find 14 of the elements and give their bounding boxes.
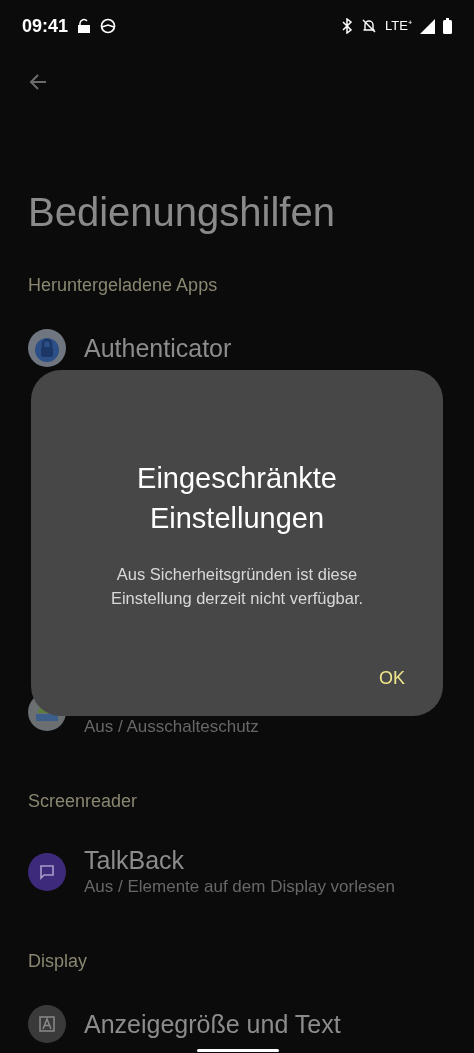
ok-button[interactable]: OK: [375, 665, 409, 692]
section-header: Display: [28, 950, 89, 973]
section-header: Heruntergeladene Apps: [28, 274, 219, 297]
item-title[interactable]: TalkBack: [84, 845, 395, 875]
section-header: Screenreader: [28, 790, 139, 813]
network-type: LTE⁺: [385, 17, 412, 36]
item-subtitle: Aus / Ausschalteschutz: [84, 716, 259, 738]
dialog-message: Aus Sicherheitsgründen ist diese Einstellung derzeit nicht verfügbar.: [109, 564, 365, 609]
clock: 09:41: [22, 14, 69, 38]
item-title[interactable]: Authenticator: [84, 333, 232, 363]
item-title[interactable]: Anzeigegröße und Text: [84, 1009, 341, 1039]
page-title: Bedienungshilfen: [28, 189, 336, 236]
dialog-title: Eingeschränkte Einstellungen: [136, 461, 338, 536]
item-subtitle: Aus / Elemente auf dem Display vorlesen: [84, 876, 395, 898]
